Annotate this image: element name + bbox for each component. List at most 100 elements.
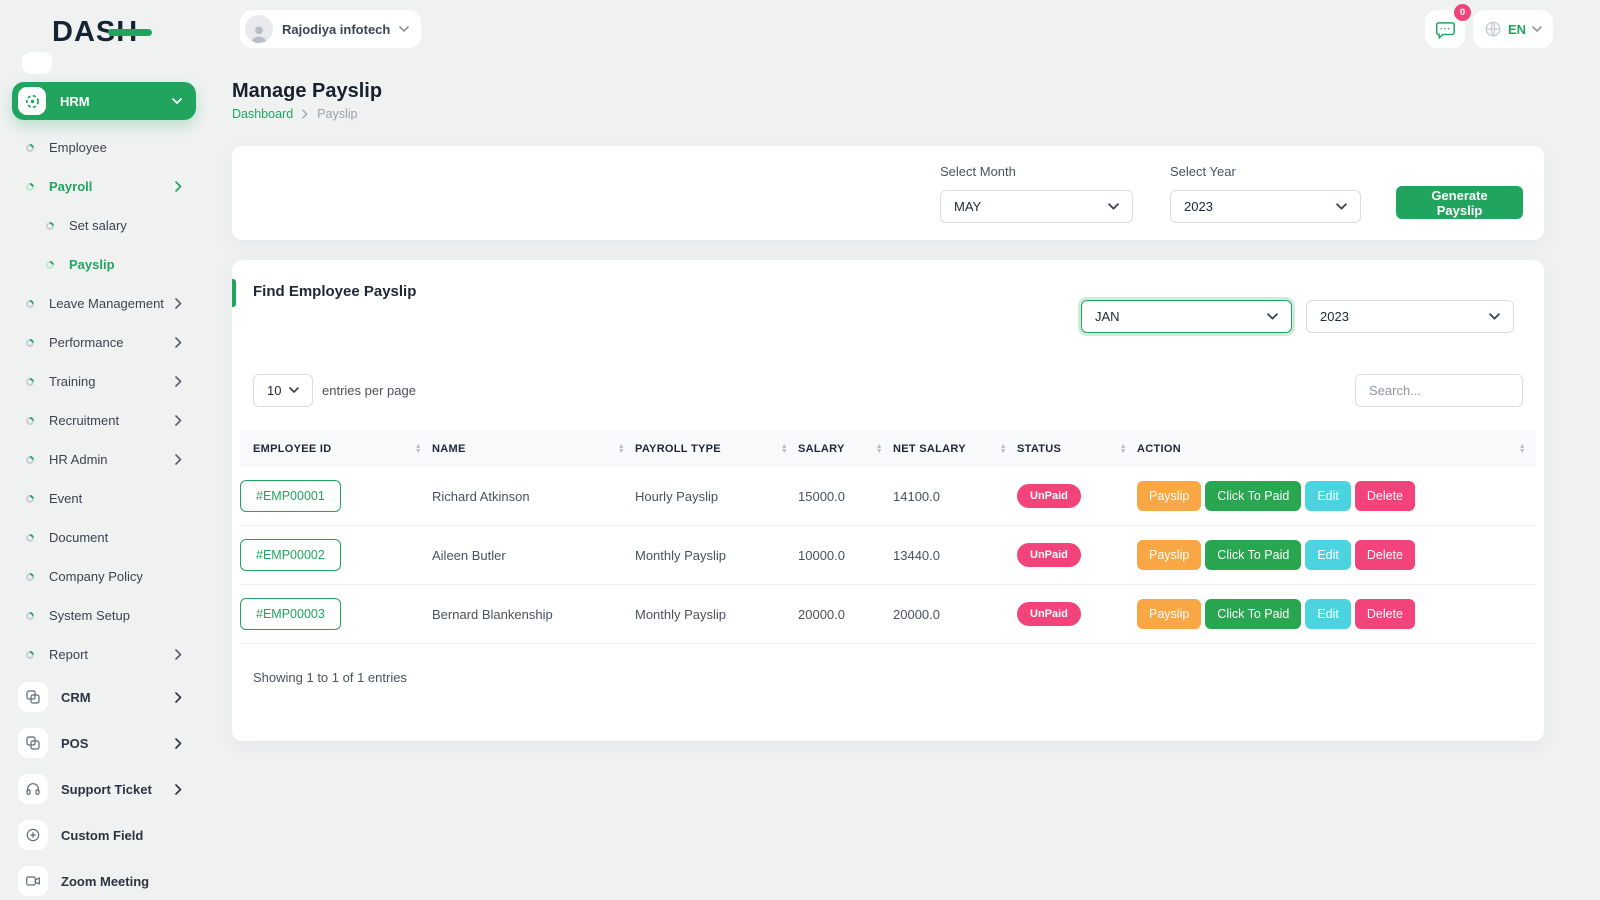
bullet-icon — [24, 181, 35, 192]
select-year-label: Select Year — [1170, 164, 1236, 179]
edit-button[interactable]: Edit — [1305, 481, 1351, 511]
generate-payslip-button[interactable]: Generate Payslip — [1396, 186, 1523, 219]
bullet-icon — [24, 454, 35, 465]
boxes-icon — [18, 682, 48, 712]
language-selector[interactable]: EN — [1473, 10, 1553, 48]
chevron-right-icon — [175, 692, 182, 703]
status-badge: UnPaid — [1017, 602, 1081, 626]
sidebar-item-label: HRM — [60, 94, 172, 109]
sidebar-item-label: Leave Management — [49, 296, 164, 311]
delete-button[interactable]: Delete — [1355, 540, 1415, 570]
employee-id-button[interactable]: #EMP00003 — [240, 598, 341, 630]
find-month-select[interactable]: JAN — [1081, 300, 1292, 333]
find-payslip-title: Find Employee Payslip — [253, 283, 416, 300]
sort-icon: ▲▼ — [876, 444, 883, 454]
chevron-down-icon — [289, 387, 299, 394]
sidebar-item-custom-field[interactable]: Custom Field — [0, 812, 212, 858]
delete-button[interactable]: Delete — [1355, 481, 1415, 511]
chevron-down-icon — [399, 26, 409, 33]
chevron-right-icon — [175, 376, 182, 387]
cell-payroll-type: Monthly Payslip — [635, 585, 798, 644]
employee-id-button[interactable]: #EMP00001 — [240, 480, 341, 512]
sidebar-item-system-setup[interactable]: System Setup — [0, 596, 212, 635]
boxes-icon — [18, 728, 48, 758]
find-year-value: 2023 — [1320, 309, 1349, 324]
sidebar-item-label: Payslip — [69, 257, 115, 272]
click-to-paid-button[interactable]: Click To Paid — [1205, 481, 1301, 511]
sidebar-item-support-ticket[interactable]: Support Ticket — [0, 766, 212, 812]
sidebar-item-employee[interactable]: Employee — [0, 128, 212, 167]
chevron-right-icon — [175, 784, 182, 795]
sidebar-item-payslip[interactable]: Payslip — [0, 245, 212, 284]
cell-net-salary: 20000.0 — [893, 585, 1017, 644]
app-logo[interactable]: DASH — [52, 14, 138, 50]
bullet-icon — [44, 220, 55, 231]
payslip-button[interactable]: Payslip — [1137, 481, 1201, 511]
bullet-icon — [24, 532, 35, 543]
employee-id-button[interactable]: #EMP00002 — [240, 539, 341, 571]
sidebar: DASH HRM Employee Payroll Se — [0, 0, 212, 900]
column-header-net-salary[interactable]: NET SALARY▲▼ — [893, 430, 1017, 467]
sidebar-item-company-policy[interactable]: Company Policy — [0, 557, 212, 596]
column-header-name[interactable]: NAME▲▼ — [432, 430, 635, 467]
page-title: Manage Payslip — [232, 80, 382, 103]
page-size-select[interactable]: 10 — [253, 374, 313, 407]
plus-circle-icon — [18, 820, 48, 850]
cell-name: Bernard Blankenship — [432, 585, 635, 644]
column-header-action[interactable]: ACTION▲▼ — [1137, 430, 1536, 467]
workspace-switcher[interactable]: Rajodiya infotech — [240, 10, 421, 48]
column-header-payroll-type[interactable]: PAYROLL TYPE▲▼ — [635, 430, 798, 467]
language-label: EN — [1508, 22, 1526, 37]
breadcrumb: Dashboard Payslip — [232, 107, 357, 121]
accent-bar — [232, 279, 236, 307]
breadcrumb-current: Payslip — [317, 107, 357, 121]
sidebar-item-report[interactable]: Report — [0, 635, 212, 674]
sidebar-item-recruitment[interactable]: Recruitment — [0, 401, 212, 440]
bullet-icon — [44, 259, 55, 270]
breadcrumb-dashboard-link[interactable]: Dashboard — [232, 107, 293, 121]
click-to-paid-button[interactable]: Click To Paid — [1205, 599, 1301, 629]
sidebar-item-label: HR Admin — [49, 452, 108, 467]
chat-icon — [1435, 20, 1455, 39]
payslip-button[interactable]: Payslip — [1137, 540, 1201, 570]
sidebar-item-set-salary[interactable]: Set salary — [0, 206, 212, 245]
column-header-salary[interactable]: SALARY▲▼ — [798, 430, 893, 467]
delete-button[interactable]: Delete — [1355, 599, 1415, 629]
notification-badge: 0 — [1454, 4, 1471, 21]
sidebar-item-training[interactable]: Training — [0, 362, 212, 401]
column-header-employee-id[interactable]: EMPLOYEE ID▲▼ — [240, 430, 432, 467]
sidebar-item-crm[interactable]: CRM — [0, 674, 212, 720]
chevron-down-icon — [1489, 313, 1500, 321]
avatar — [245, 15, 273, 43]
search-input[interactable] — [1355, 374, 1523, 407]
sidebar-item-payroll[interactable]: Payroll — [0, 167, 212, 206]
logo-dash-icon — [108, 29, 152, 36]
year-select[interactable]: 2023 — [1170, 190, 1361, 223]
notifications-button[interactable]: 0 — [1425, 10, 1465, 48]
cell-payroll-type: Monthly Payslip — [635, 526, 798, 585]
sidebar-item-document[interactable]: Document — [0, 518, 212, 557]
click-to-paid-button[interactable]: Click To Paid — [1205, 540, 1301, 570]
sidebar-item-leave-management[interactable]: Leave Management — [0, 284, 212, 323]
column-header-status[interactable]: STATUS▲▼ — [1017, 430, 1137, 467]
month-select-value: MAY — [954, 199, 981, 214]
sort-icon: ▲▼ — [781, 444, 788, 454]
month-select[interactable]: MAY — [940, 190, 1133, 223]
edit-button[interactable]: Edit — [1305, 599, 1351, 629]
sidebar-item-hr-admin[interactable]: HR Admin — [0, 440, 212, 479]
bullet-icon — [24, 493, 35, 504]
sidebar-item-event[interactable]: Event — [0, 479, 212, 518]
chevron-right-icon — [175, 738, 182, 749]
sidebar-item-hrm[interactable]: HRM — [12, 82, 196, 120]
find-year-select[interactable]: 2023 — [1306, 300, 1514, 333]
sidebar-item-performance[interactable]: Performance — [0, 323, 212, 362]
sidebar-item-label: Report — [49, 647, 88, 662]
sidebar-item-zoom-meeting[interactable]: Zoom Meeting — [0, 858, 212, 900]
entries-info: Showing 1 to 1 of 1 entries — [253, 670, 407, 685]
sort-icon: ▲▼ — [1519, 444, 1526, 454]
sidebar-item-pos[interactable]: POS — [0, 720, 212, 766]
sidebar-item-label: CRM — [61, 690, 91, 705]
chevron-right-icon — [175, 454, 182, 465]
payslip-button[interactable]: Payslip — [1137, 599, 1201, 629]
edit-button[interactable]: Edit — [1305, 540, 1351, 570]
